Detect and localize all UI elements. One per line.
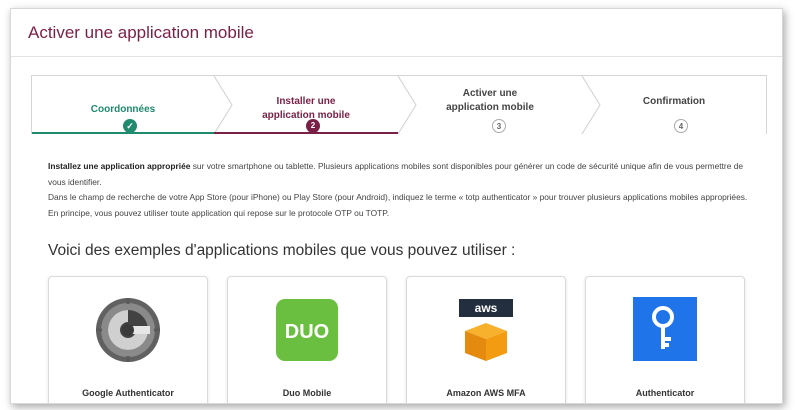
- step-installer[interactable]: Installer une application mobile 2: [214, 76, 398, 134]
- step-number-badge: 3: [492, 119, 506, 133]
- app-name: Amazon AWS MFA: [446, 388, 526, 398]
- step-coordonnees[interactable]: Coordonnées ✓: [32, 76, 216, 134]
- step-label: Confirmation: [642, 96, 706, 107]
- step-number-badge: 2: [306, 119, 320, 133]
- app-name: Duo Mobile: [282, 388, 332, 398]
- step-progress-bar: [214, 132, 398, 134]
- step-confirmation[interactable]: Confirmation 4: [582, 76, 766, 134]
- svg-text:aws: aws: [475, 301, 498, 315]
- instructions-paragraph-2: Dans le champ de recherche de votre App …: [48, 192, 748, 218]
- examples-heading: Voici des exemples d'applications mobile…: [48, 242, 516, 259]
- step-label: Installer une application mobile: [262, 96, 350, 121]
- step-activer[interactable]: Activer une application mobile 3: [398, 76, 582, 134]
- aws-icon: aws: [407, 295, 565, 365]
- app-name: Google Authenticator: [82, 388, 174, 398]
- step-progress-bar: [32, 132, 216, 134]
- duo-mobile-icon: DUO: [228, 295, 386, 365]
- step-number-badge: 4: [674, 119, 688, 133]
- instructions-paragraph-1: Installez une application appropriée sur…: [48, 159, 758, 190]
- main-panel: Activer une application mobile Coordonné…: [10, 8, 783, 404]
- app-card-authenticator[interactable]: Authenticator: [585, 276, 745, 403]
- step-label: Coordonnées: [90, 104, 156, 115]
- svg-text:DUO: DUO: [285, 321, 329, 343]
- instructions-text: Installez une application appropriée sur…: [48, 159, 758, 221]
- progress-stepper: Coordonnées ✓ Installer une application …: [31, 75, 767, 134]
- key-icon: [586, 295, 744, 365]
- app-card-duo-mobile[interactable]: DUO Duo Mobile: [227, 276, 387, 403]
- instructions-emphasis: Installez une application appropriée: [48, 161, 191, 171]
- app-card-google-authenticator[interactable]: Google Authenticator: [48, 276, 208, 403]
- app-name: Authenticator: [635, 388, 695, 398]
- page-title: Activer une application mobile: [28, 23, 254, 42]
- step-label: Activer une application mobile: [446, 88, 534, 113]
- app-card-amazon-aws-mfa[interactable]: aws Amazon AWS MFA: [406, 276, 566, 403]
- title-divider: [11, 56, 782, 57]
- check-icon: ✓: [123, 119, 137, 133]
- google-authenticator-icon: [49, 295, 207, 365]
